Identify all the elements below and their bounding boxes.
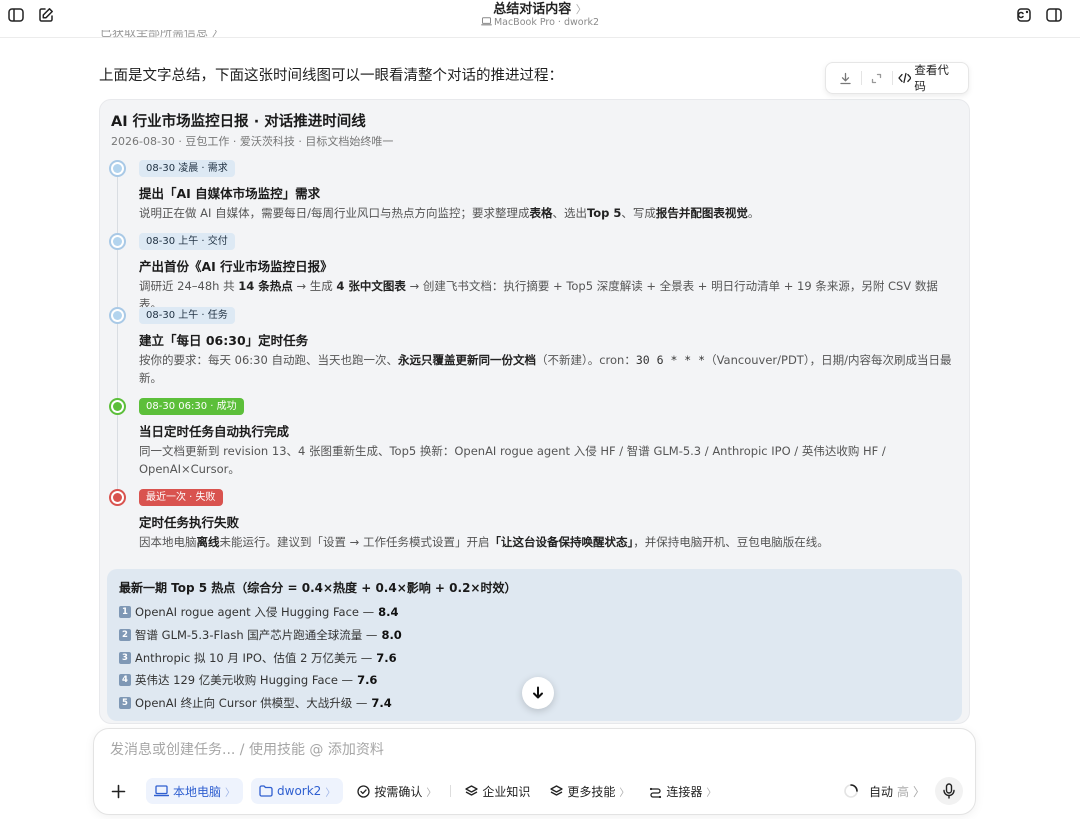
chevron-right-icon: 〉 — [225, 787, 236, 799]
composer-right-controls: 自动 高 〉 — [843, 777, 963, 805]
number-key-icon: 4 — [119, 674, 131, 686]
window-subtitle: MacBook Pro · dwork2 — [0, 17, 1080, 28]
window-title-text: 总结对话内容 — [493, 2, 572, 17]
view-code-label: 查看代码 — [914, 63, 949, 93]
timeline-dot-fail — [109, 489, 126, 506]
chevron-right-icon: 〉 — [619, 787, 630, 799]
microphone-icon — [943, 783, 955, 799]
timeline-dot-info — [109, 307, 126, 324]
timeline-badge: 最近一次 · 失败 — [139, 489, 223, 506]
enterprise-knowledge-label: 企业知识 — [482, 784, 531, 799]
chevron-right-icon: 〉 — [325, 787, 336, 799]
list-item: 2 智谱 GLM-5.3-Flash 国产芯片跑通全球流量 — 8.0 — [119, 627, 402, 643]
scroll-to-bottom-button[interactable] — [522, 677, 554, 709]
folder-icon — [259, 785, 273, 797]
timeline-badge: 08-30 凌晨 · 需求 — [139, 160, 235, 177]
workspace-chip[interactable]: dwork2 〉 — [251, 778, 344, 804]
add-icon[interactable] — [106, 779, 130, 803]
timeline-item-desc: 调研近 24–48h 共 14 条热点 → 生成 4 张中文图表 → 创建飞书文… — [139, 279, 938, 311]
composer-toolbar: 本地电脑 〉 dwork2 〉 按需确认 〉 企业知识 更多技能 〉 连接器 〉 — [106, 777, 730, 805]
code-icon — [897, 72, 912, 84]
timeline-card: AI 行业市场监控日报 · 对话推进时间线 2026-08-30 · 豆包工作 … — [99, 99, 970, 724]
timeline-item-title: 当日定时任务自动执行完成 — [139, 424, 290, 439]
code-toolbar: 查看代码 — [825, 62, 969, 94]
chevron-right-icon: 〉 — [426, 787, 437, 799]
confirm-mode-button[interactable]: 按需确认 〉 — [351, 778, 442, 804]
connectors-button[interactable]: 连接器 〉 — [643, 778, 722, 804]
auto-mode-level: 高 — [896, 784, 909, 799]
timeline-item-title: 产出首份《AI 行业市场监控日报》 — [139, 259, 333, 274]
download-icon[interactable] — [834, 66, 858, 90]
timeline-badge: 08-30 06:30 · 成功 — [139, 398, 244, 415]
microphone-button[interactable] — [935, 777, 963, 805]
number-key-icon: 5 — [119, 697, 131, 709]
auto-mode-label: 自动 — [868, 784, 893, 799]
timeline-badge: 08-30 上午 · 任务 — [139, 307, 235, 324]
enterprise-knowledge-button[interactable]: 企业知识 — [459, 778, 536, 804]
timeline-dot-info — [109, 233, 126, 250]
message-composer: 本地电脑 〉 dwork2 〉 按需确认 〉 企业知识 更多技能 〉 连接器 〉 — [93, 728, 976, 815]
local-computer-label: 本地电脑 — [173, 784, 222, 799]
assistant-intro-text: 上面是文字总结，下面这张时间线图可以一眼看清整个对话的推进过程： — [99, 68, 563, 84]
timeline-item-desc: 按你的要求：每天 06:30 自动跑、当天也跑一次、永远只覆盖更新同一份文档（不… — [139, 353, 952, 385]
number-key-icon: 1 — [119, 606, 131, 618]
timeline-item-desc: 说明正在做 AI 自媒体，需要每日/每周行业风口与热点方向监控；要求整理成表格、… — [139, 206, 760, 220]
workspace-label: dwork2 — [277, 784, 322, 798]
number-key-icon: 3 — [119, 652, 131, 664]
laptop-icon — [481, 17, 492, 26]
timeline-dot-info — [109, 160, 126, 177]
layers-icon — [465, 784, 478, 796]
timeline-line — [117, 170, 118, 500]
local-computer-chip[interactable]: 本地电脑 〉 — [146, 778, 244, 804]
loading-spinner-icon — [844, 784, 858, 798]
connector-icon — [650, 787, 662, 798]
previous-message-fragment: 已获取全部所需信息 〉 — [100, 30, 224, 39]
device-label: MacBook Pro · dwork2 — [493, 17, 600, 28]
arrow-down-icon — [533, 686, 543, 699]
timeline-dot-success — [109, 398, 126, 415]
list-item: 3 Anthropic 拟 10 月 IPO、估值 2 万亿美元 — 7.6 — [119, 650, 397, 666]
timeline-item-title: 定时任务执行失败 — [139, 515, 240, 530]
connectors-label: 连接器 — [666, 784, 703, 799]
timeline-item-desc: 因本地电脑离线未能运行。建议到「设置 → 工作任务模式设置」开启「让这台设备保持… — [139, 535, 829, 549]
list-item: 1 OpenAI rogue agent 入侵 Hugging Face — 8.… — [119, 604, 399, 620]
more-skills-label: 更多技能 — [567, 784, 616, 799]
toolbar-divider — [860, 71, 862, 85]
timeline-title: AI 行业市场监控日报 · 对话推进时间线 — [111, 114, 366, 130]
check-circle-icon — [357, 784, 370, 798]
timeline-badge: 08-30 上午 · 交付 — [139, 233, 235, 250]
toolbar-divider — [450, 785, 452, 797]
laptop-icon — [154, 785, 169, 797]
more-skills-button[interactable]: 更多技能 〉 — [544, 778, 635, 804]
list-item: 5 OpenAI 终止向 Cursor 供模型、大战升级 — 7.4 — [119, 695, 392, 711]
number-key-icon: 2 — [119, 629, 131, 641]
timeline-item-title: 提出「AI 自媒体市场监控」需求 — [139, 186, 321, 201]
expand-icon[interactable] — [865, 66, 889, 90]
window-title[interactable]: 总结对话内容 〉 — [0, 0, 1080, 17]
chevron-right-icon: 〉 — [912, 784, 925, 799]
view-code-button[interactable]: 查看代码 — [897, 62, 960, 94]
share-icon[interactable] — [1014, 5, 1034, 25]
panel-toggle-icon[interactable] — [1044, 5, 1064, 25]
timeline-subtitle: 2026-08-30 · 豆包工作 · 爱沃茨科技 · 目标文档始终唯一 — [111, 135, 394, 148]
timeline-item-desc: 同一文档更新到 revision 13、4 张图重新生成、Top5 换新：Ope… — [139, 444, 886, 476]
timeline-item-title: 建立「每日 06:30」定时任务 — [139, 333, 309, 348]
message-input[interactable] — [110, 742, 910, 758]
list-item: 4 英伟达 129 亿美元收购 Hugging Face — 7.6 — [119, 672, 377, 688]
title-chevron-icon: 〉 — [575, 3, 587, 16]
top5-title: 最新一期 Top 5 热点（综合分 = 0.4×热度 + 0.4×影响 + 0.… — [119, 581, 517, 595]
auto-mode-selector[interactable]: 自动 高 〉 — [869, 783, 925, 800]
confirm-mode-label: 按需确认 — [374, 784, 423, 799]
layers-icon — [550, 784, 563, 796]
chevron-right-icon: 〉 — [706, 787, 717, 799]
toolbar-divider — [891, 71, 893, 85]
